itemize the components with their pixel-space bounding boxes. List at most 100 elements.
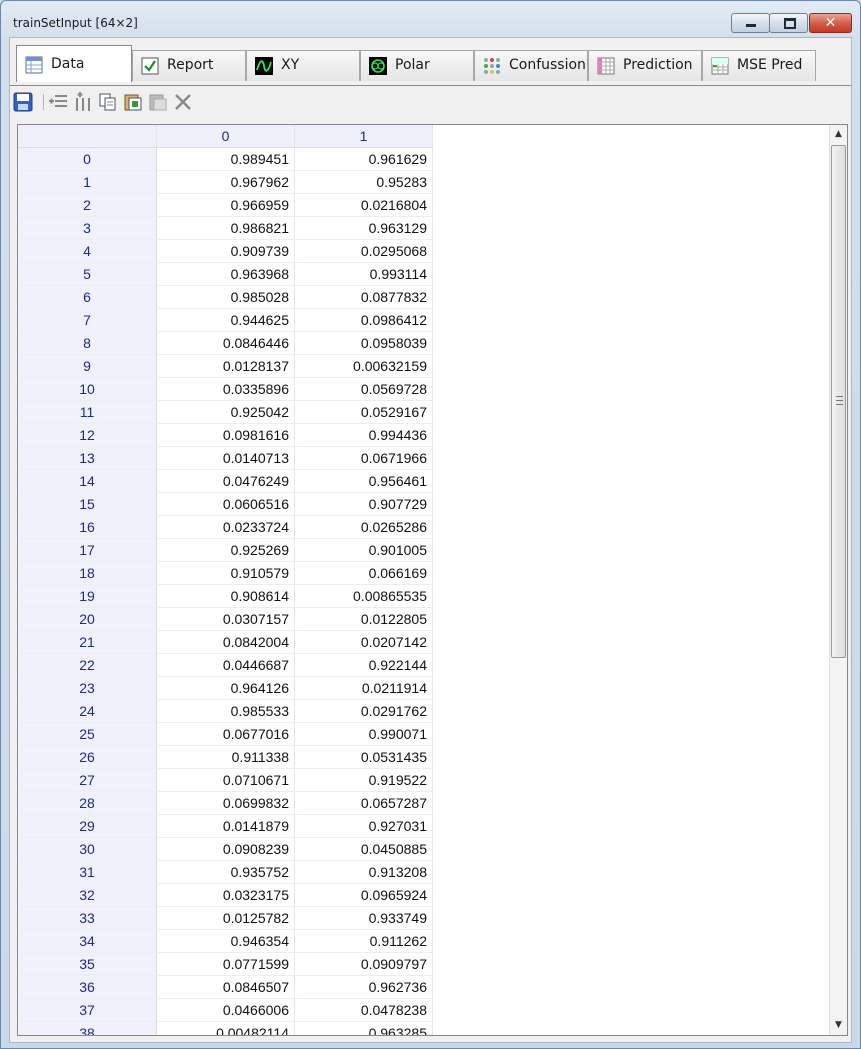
- tab-report[interactable]: Report: [132, 50, 246, 81]
- cell-value[interactable]: 0.922144: [294, 653, 433, 677]
- table-row[interactable]: 1 0.967962 0.95283: [18, 170, 433, 194]
- table-row[interactable]: 10 0.0335896 0.0569728: [18, 377, 433, 401]
- close-button[interactable]: ✕: [809, 13, 852, 33]
- row-header[interactable]: 0: [18, 147, 157, 171]
- row-header[interactable]: 6: [18, 285, 157, 309]
- cell-value[interactable]: 0.00482114: [156, 1021, 295, 1035]
- table-row[interactable]: 30 0.0908239 0.0450885: [18, 837, 433, 861]
- cell-value[interactable]: 0.0141879: [156, 814, 295, 838]
- cell-value[interactable]: 0.993114: [294, 262, 433, 286]
- corner-header[interactable]: [18, 125, 157, 148]
- row-header[interactable]: 17: [18, 538, 157, 562]
- row-header[interactable]: 33: [18, 906, 157, 930]
- cell-value[interactable]: 0.0140713: [156, 446, 295, 470]
- row-header[interactable]: 25: [18, 722, 157, 746]
- table-row[interactable]: 23 0.964126 0.0211914: [18, 676, 433, 700]
- cell-value[interactable]: 0.985028: [156, 285, 295, 309]
- cell-value[interactable]: 0.0211914: [294, 676, 433, 700]
- cell-value[interactable]: 0.0986412: [294, 308, 433, 332]
- table-row[interactable]: 18 0.910579 0.066169: [18, 561, 433, 585]
- cell-value[interactable]: 0.0265286: [294, 515, 433, 539]
- cell-value[interactable]: 0.0122805: [294, 607, 433, 631]
- cell-value[interactable]: 0.95283: [294, 170, 433, 194]
- table-row[interactable]: 3 0.986821 0.963129: [18, 216, 433, 240]
- cell-value[interactable]: 0.0478238: [294, 998, 433, 1022]
- cell-value[interactable]: 0.989451: [156, 147, 295, 171]
- column-header[interactable]: 0: [156, 125, 295, 148]
- row-header[interactable]: 28: [18, 791, 157, 815]
- row-header[interactable]: 21: [18, 630, 157, 654]
- cell-value[interactable]: 0.0569728: [294, 377, 433, 401]
- cell-value[interactable]: 0.963968: [156, 262, 295, 286]
- table-row[interactable]: 16 0.0233724 0.0265286: [18, 515, 433, 539]
- cell-value[interactable]: 0.0677016: [156, 722, 295, 746]
- cell-value[interactable]: 0.910579: [156, 561, 295, 585]
- row-header[interactable]: 16: [18, 515, 157, 539]
- cell-value[interactable]: 0.0981616: [156, 423, 295, 447]
- cell-value[interactable]: 0.0529167: [294, 400, 433, 424]
- tab-xy[interactable]: XY: [246, 50, 360, 81]
- table-row[interactable]: 22 0.0446687 0.922144: [18, 653, 433, 677]
- cell-value[interactable]: 0.00865535: [294, 584, 433, 608]
- table-row[interactable]: 38 0.00482114 0.963285: [18, 1021, 433, 1035]
- tab-data[interactable]: Data: [16, 45, 132, 82]
- insert-rows-icon[interactable]: [48, 92, 68, 112]
- cell-value[interactable]: 0.0466006: [156, 998, 295, 1022]
- cell-value[interactable]: 0.066169: [294, 561, 433, 585]
- cell-value[interactable]: 0.994436: [294, 423, 433, 447]
- cell-value[interactable]: 0.0877832: [294, 285, 433, 309]
- row-header[interactable]: 31: [18, 860, 157, 884]
- table-row[interactable]: 26 0.911338 0.0531435: [18, 745, 433, 769]
- row-header[interactable]: 35: [18, 952, 157, 976]
- cell-value[interactable]: 0.0606516: [156, 492, 295, 516]
- table-row[interactable]: 0 0.989451 0.961629: [18, 147, 433, 171]
- cell-value[interactable]: 0.0846507: [156, 975, 295, 999]
- cell-value[interactable]: 0.0908239: [156, 837, 295, 861]
- cell-value[interactable]: 0.0307157: [156, 607, 295, 631]
- row-header[interactable]: 14: [18, 469, 157, 493]
- cell-value[interactable]: 0.0125782: [156, 906, 295, 930]
- insert-columns-icon[interactable]: [73, 92, 93, 112]
- cell-value[interactable]: 0.907729: [294, 492, 433, 516]
- row-header[interactable]: 22: [18, 653, 157, 677]
- table-row[interactable]: 7 0.944625 0.0986412: [18, 308, 433, 332]
- cell-value[interactable]: 0.967962: [156, 170, 295, 194]
- paste-icon[interactable]: [148, 92, 168, 112]
- table-row[interactable]: 6 0.985028 0.0877832: [18, 285, 433, 309]
- table-row[interactable]: 11 0.925042 0.0529167: [18, 400, 433, 424]
- cell-value[interactable]: 0.0842004: [156, 630, 295, 654]
- row-header[interactable]: 27: [18, 768, 157, 792]
- table-row[interactable]: 21 0.0842004 0.0207142: [18, 630, 433, 654]
- save-icon[interactable]: [13, 92, 33, 112]
- cell-value[interactable]: 0.964126: [156, 676, 295, 700]
- row-header[interactable]: 15: [18, 492, 157, 516]
- table-row[interactable]: 20 0.0307157 0.0122805: [18, 607, 433, 631]
- row-header[interactable]: 4: [18, 239, 157, 263]
- cell-value[interactable]: 0.946354: [156, 929, 295, 953]
- cell-value[interactable]: 0.927031: [294, 814, 433, 838]
- cell-value[interactable]: 0.0846446: [156, 331, 295, 355]
- row-header[interactable]: 1: [18, 170, 157, 194]
- table-row[interactable]: 9 0.0128137 0.00632159: [18, 354, 433, 378]
- cell-value[interactable]: 0.901005: [294, 538, 433, 562]
- cell-value[interactable]: 0.913208: [294, 860, 433, 884]
- table-row[interactable]: 8 0.0846446 0.0958039: [18, 331, 433, 355]
- row-header[interactable]: 32: [18, 883, 157, 907]
- row-header[interactable]: 29: [18, 814, 157, 838]
- cell-value[interactable]: 0.966959: [156, 193, 295, 217]
- cell-value[interactable]: 0.986821: [156, 216, 295, 240]
- table-row[interactable]: 27 0.0710671 0.919522: [18, 768, 433, 792]
- table-row[interactable]: 37 0.0466006 0.0478238: [18, 998, 433, 1022]
- row-header[interactable]: 26: [18, 745, 157, 769]
- row-header[interactable]: 3: [18, 216, 157, 240]
- table-row[interactable]: 31 0.935752 0.913208: [18, 860, 433, 884]
- cell-value[interactable]: 0.0710671: [156, 768, 295, 792]
- row-header[interactable]: 7: [18, 308, 157, 332]
- cell-value[interactable]: 0.963285: [294, 1021, 433, 1035]
- cell-value[interactable]: 0.0450885: [294, 837, 433, 861]
- tab-prediction[interactable]: Prediction: [588, 50, 702, 81]
- table-row[interactable]: 25 0.0677016 0.990071: [18, 722, 433, 746]
- table-row[interactable]: 15 0.0606516 0.907729: [18, 492, 433, 516]
- row-header[interactable]: 5: [18, 262, 157, 286]
- cell-value[interactable]: 0.944625: [156, 308, 295, 332]
